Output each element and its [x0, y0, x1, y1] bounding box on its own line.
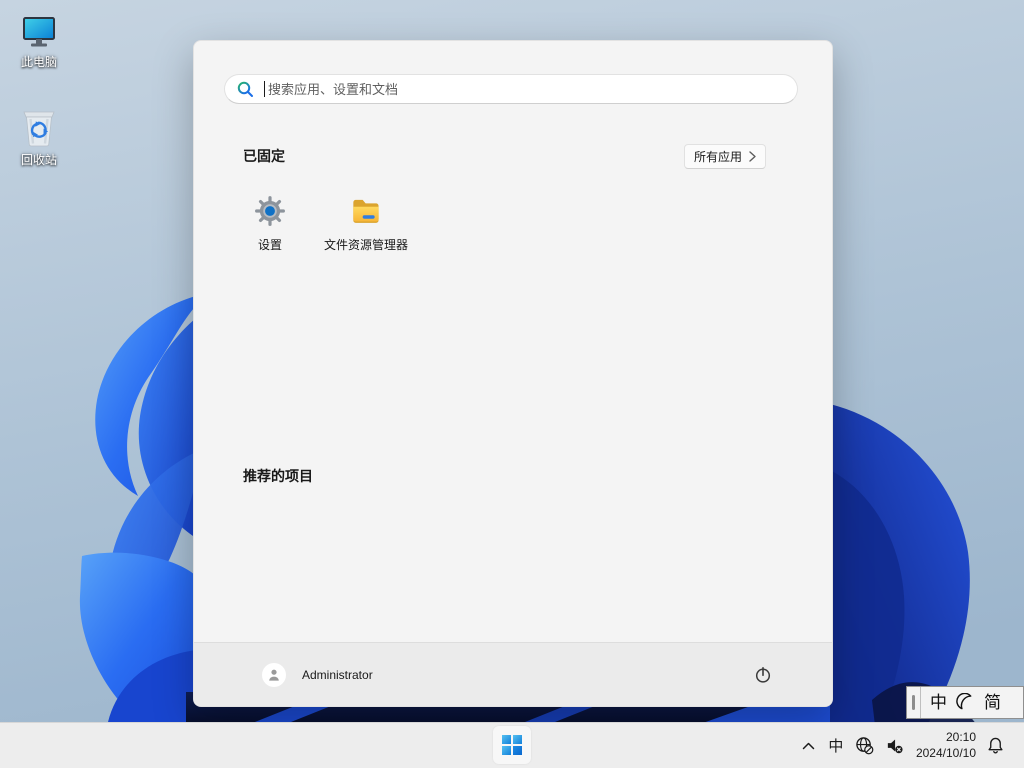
system-tray: 中 20:10 2024/10/10: [796, 723, 1024, 768]
monitor-icon: [21, 8, 57, 50]
start-menu-panel: 已固定 所有应用: [193, 40, 833, 707]
tray-date: 2024/10/10: [915, 745, 976, 760]
start-menu-footer: Administrator: [194, 642, 832, 706]
user-name: Administrator: [302, 668, 373, 682]
power-button[interactable]: [750, 662, 776, 688]
folder-icon: [350, 195, 382, 227]
windows-logo-icon: [502, 735, 522, 755]
half-width-moon-icon[interactable]: [956, 693, 975, 712]
recycle-bin-icon: [21, 106, 57, 148]
hidden-icons-chevron-up-icon[interactable]: [796, 742, 822, 750]
text-caret: [264, 81, 265, 97]
ime-mode-simplified[interactable]: 简: [984, 694, 1001, 711]
all-apps-button[interactable]: 所有应用: [683, 144, 766, 169]
desktop-icon-recycle-bin[interactable]: 回收站: [7, 106, 71, 168]
avatar: [262, 663, 286, 687]
ime-divider: [920, 687, 921, 718]
app-tile-label: 设置: [257, 238, 282, 252]
app-tile-label: 文件资源管理器: [323, 238, 408, 252]
chevron-right-icon: [749, 151, 756, 162]
search-box[interactable]: [224, 74, 798, 104]
search-input[interactable]: [268, 81, 785, 97]
network-globe-offline-icon[interactable]: [850, 736, 880, 755]
desktop-icon-label: 此电脑: [20, 55, 57, 69]
taskbar: 中 20:10 2024/10/10: [0, 722, 1024, 768]
tray-time: 20:10: [945, 729, 976, 744]
desktop-icon-this-pc[interactable]: 此电脑: [7, 8, 71, 70]
recommended-section-title: 推荐的项目: [243, 468, 313, 484]
ime-mode-chinese[interactable]: 中: [930, 694, 947, 711]
ime-drag-handle[interactable]: [907, 687, 920, 718]
tray-ime-indicator[interactable]: 中: [822, 735, 850, 756]
desktop-icon-label: 回收站: [20, 153, 57, 167]
all-apps-label: 所有应用: [693, 150, 742, 164]
pinned-apps-grid: 设置 文件资源管理器: [222, 189, 414, 273]
settings-gear-icon: [254, 195, 286, 227]
volume-muted-icon[interactable]: [880, 736, 910, 755]
ime-language-bar[interactable]: 中 简: [906, 686, 1024, 719]
app-tile-settings[interactable]: 设置: [222, 189, 318, 273]
pinned-section-title: 已固定: [243, 148, 285, 164]
notifications-bell-icon[interactable]: [978, 736, 1012, 755]
start-button[interactable]: [493, 726, 531, 764]
user-profile-button[interactable]: Administrator: [250, 658, 385, 692]
power-icon: [755, 666, 771, 683]
person-icon: [269, 669, 279, 681]
app-tile-file-explorer[interactable]: 文件资源管理器: [318, 189, 414, 273]
search-icon: [237, 81, 254, 98]
tray-clock[interactable]: 20:10 2024/10/10: [916, 730, 976, 761]
